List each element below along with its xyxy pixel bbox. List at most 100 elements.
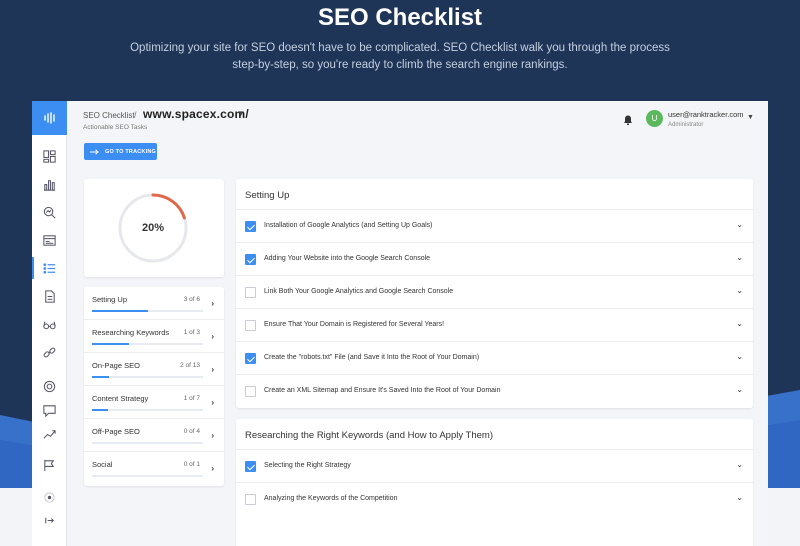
category-progress-bar bbox=[92, 310, 203, 312]
theme-toggle-icon[interactable] bbox=[32, 485, 67, 509]
user-menu-chevron-icon[interactable]: ▼ bbox=[747, 114, 754, 121]
category-item[interactable]: Off-Page SEO 0 of 4 › bbox=[84, 419, 224, 452]
category-count: 1 of 3 bbox=[183, 329, 200, 336]
checklist-task[interactable]: Installation of Google Analytics (and Se… bbox=[236, 210, 753, 243]
breadcrumb-separator: / bbox=[134, 110, 137, 120]
waveform-icon[interactable] bbox=[32, 101, 67, 135]
dashboard-icon[interactable] bbox=[32, 144, 67, 168]
checklist-task[interactable]: Adding Your Website into the Google Sear… bbox=[236, 243, 753, 276]
logout-icon[interactable] bbox=[32, 508, 67, 532]
chevron-right-icon: › bbox=[211, 332, 214, 341]
expand-chevron-icon[interactable]: ⌄ bbox=[736, 460, 743, 469]
category-progress-bar bbox=[92, 475, 203, 477]
task-label: Installation of Google Analytics (and Se… bbox=[264, 222, 433, 229]
checklist-task[interactable]: Link Both Your Google Analytics and Goog… bbox=[236, 276, 753, 309]
category-item[interactable]: Researching Keywords 1 of 3 › bbox=[84, 320, 224, 353]
breadcrumb-app[interactable]: SEO Checklist bbox=[83, 111, 135, 120]
app-window: SEO Checklist / www.spacex.com/ ▼ Action… bbox=[32, 101, 768, 546]
checklist-icon[interactable] bbox=[32, 256, 67, 280]
top-bar: SEO Checklist / www.spacex.com/ ▼ Action… bbox=[67, 101, 768, 137]
checklist-task[interactable]: Create the "robots.txt" File (and Save i… bbox=[236, 342, 753, 375]
expand-chevron-icon[interactable]: ⌄ bbox=[736, 493, 743, 502]
task-label: Adding Your Website into the Google Sear… bbox=[264, 255, 431, 262]
task-checkbox[interactable] bbox=[245, 353, 256, 364]
task-label: Create an XML Sitemap and Ensure It's Sa… bbox=[264, 387, 501, 394]
category-progress-fill bbox=[92, 376, 109, 378]
category-progress-bar bbox=[92, 442, 203, 444]
category-item[interactable]: Setting Up 3 of 6 › bbox=[84, 287, 224, 320]
category-name: Setting Up bbox=[92, 295, 128, 304]
expand-chevron-icon[interactable]: ⌄ bbox=[736, 220, 743, 229]
expand-chevron-icon[interactable]: ⌄ bbox=[736, 286, 743, 295]
category-item[interactable]: Content Strategy 1 of 7 › bbox=[84, 386, 224, 419]
section-researching-keywords: Researching the Right Keywords (and How … bbox=[236, 419, 753, 546]
task-label: Link Both Your Google Analytics and Goog… bbox=[264, 288, 454, 295]
trend-icon[interactable] bbox=[32, 422, 67, 446]
checklist-task[interactable]: Ensure That Your Domain is Registered fo… bbox=[236, 309, 753, 342]
expand-chevron-icon[interactable]: ⌄ bbox=[736, 253, 743, 262]
site-selector[interactable]: www.spacex.com/ bbox=[143, 107, 249, 121]
category-name: Off-Page SEO bbox=[92, 427, 140, 436]
document-icon[interactable] bbox=[32, 284, 67, 308]
category-count: 2 of 13 bbox=[180, 362, 200, 369]
chat-icon[interactable] bbox=[32, 398, 67, 422]
glasses-icon[interactable] bbox=[32, 312, 67, 336]
category-count: 3 of 6 bbox=[183, 296, 200, 303]
task-checkbox[interactable] bbox=[245, 386, 256, 397]
category-progress-bar bbox=[92, 409, 203, 411]
hero-subtitle: Optimizing your site for SEO doesn't hav… bbox=[130, 42, 670, 71]
task-checkbox[interactable] bbox=[245, 320, 256, 331]
category-name: Researching Keywords bbox=[92, 328, 170, 337]
avatar[interactable]: U bbox=[646, 110, 663, 127]
section-title: Researching the Right Keywords (and How … bbox=[236, 419, 753, 450]
task-label: Selecting the Right Strategy bbox=[264, 462, 351, 469]
checklist-task[interactable]: Analyzing the Keywords of the Competitio… bbox=[236, 483, 753, 516]
bar-chart-icon[interactable] bbox=[32, 172, 67, 196]
category-name: On-Page SEO bbox=[92, 361, 140, 370]
category-list: Setting Up 3 of 6 › Researching Keywords 1 o… bbox=[84, 287, 224, 486]
go-to-tracking-label: GO TO TRACKING bbox=[105, 148, 156, 155]
checklist-task[interactable]: Selecting the Right Strategy ⌄ bbox=[236, 450, 753, 483]
user-email[interactable]: user@ranktracker.com bbox=[668, 110, 744, 119]
report-icon[interactable] bbox=[32, 228, 67, 252]
overall-progress-card: 20% bbox=[84, 179, 224, 277]
task-checkbox[interactable] bbox=[245, 221, 256, 232]
expand-chevron-icon[interactable]: ⌄ bbox=[736, 385, 743, 394]
category-count: 1 of 7 bbox=[183, 395, 200, 402]
category-name: Social bbox=[92, 460, 113, 469]
chevron-right-icon: › bbox=[211, 299, 214, 308]
chevron-right-icon: › bbox=[211, 398, 214, 407]
task-label: Create the "robots.txt" File (and Save i… bbox=[264, 354, 480, 361]
category-name: Content Strategy bbox=[92, 394, 149, 403]
chevron-right-icon: › bbox=[211, 431, 214, 440]
chevron-right-icon: › bbox=[211, 365, 214, 374]
user-role: Administrator bbox=[668, 122, 704, 128]
task-label: Analyzing the Keywords of the Competitio… bbox=[264, 495, 398, 502]
search-analysis-icon[interactable] bbox=[32, 200, 67, 224]
category-count: 0 of 4 bbox=[183, 428, 200, 435]
expand-chevron-icon[interactable]: ⌄ bbox=[736, 352, 743, 361]
task-checkbox[interactable] bbox=[245, 461, 256, 472]
chevron-down-icon[interactable]: ▼ bbox=[237, 109, 245, 118]
go-to-tracking-button[interactable]: GO TO TRACKING bbox=[84, 143, 157, 160]
section-setting-up: Setting Up Installation of Google Analyt… bbox=[236, 179, 753, 408]
task-label: Ensure That Your Domain is Registered fo… bbox=[264, 321, 445, 328]
expand-chevron-icon[interactable]: ⌄ bbox=[736, 319, 743, 328]
bell-icon[interactable] bbox=[622, 114, 634, 126]
category-progress-bar bbox=[92, 343, 203, 345]
chevron-right-icon: › bbox=[211, 464, 214, 473]
task-checkbox[interactable] bbox=[245, 287, 256, 298]
flag-icon[interactable] bbox=[32, 453, 67, 477]
section-title: Setting Up bbox=[236, 179, 753, 210]
category-item[interactable]: Social 0 of 1 › bbox=[84, 452, 224, 485]
arrow-right-icon bbox=[90, 148, 99, 155]
support-icon[interactable] bbox=[32, 374, 67, 398]
category-item[interactable]: On-Page SEO 2 of 13 › bbox=[84, 353, 224, 386]
task-checkbox[interactable] bbox=[245, 494, 256, 505]
link-icon[interactable] bbox=[32, 340, 67, 364]
category-count: 0 of 1 bbox=[183, 461, 200, 468]
hero-title: SEO Checklist bbox=[317, 4, 483, 31]
category-progress-bar bbox=[92, 376, 203, 378]
checklist-task[interactable]: Create an XML Sitemap and Ensure It's Sa… bbox=[236, 375, 753, 408]
task-checkbox[interactable] bbox=[245, 254, 256, 265]
